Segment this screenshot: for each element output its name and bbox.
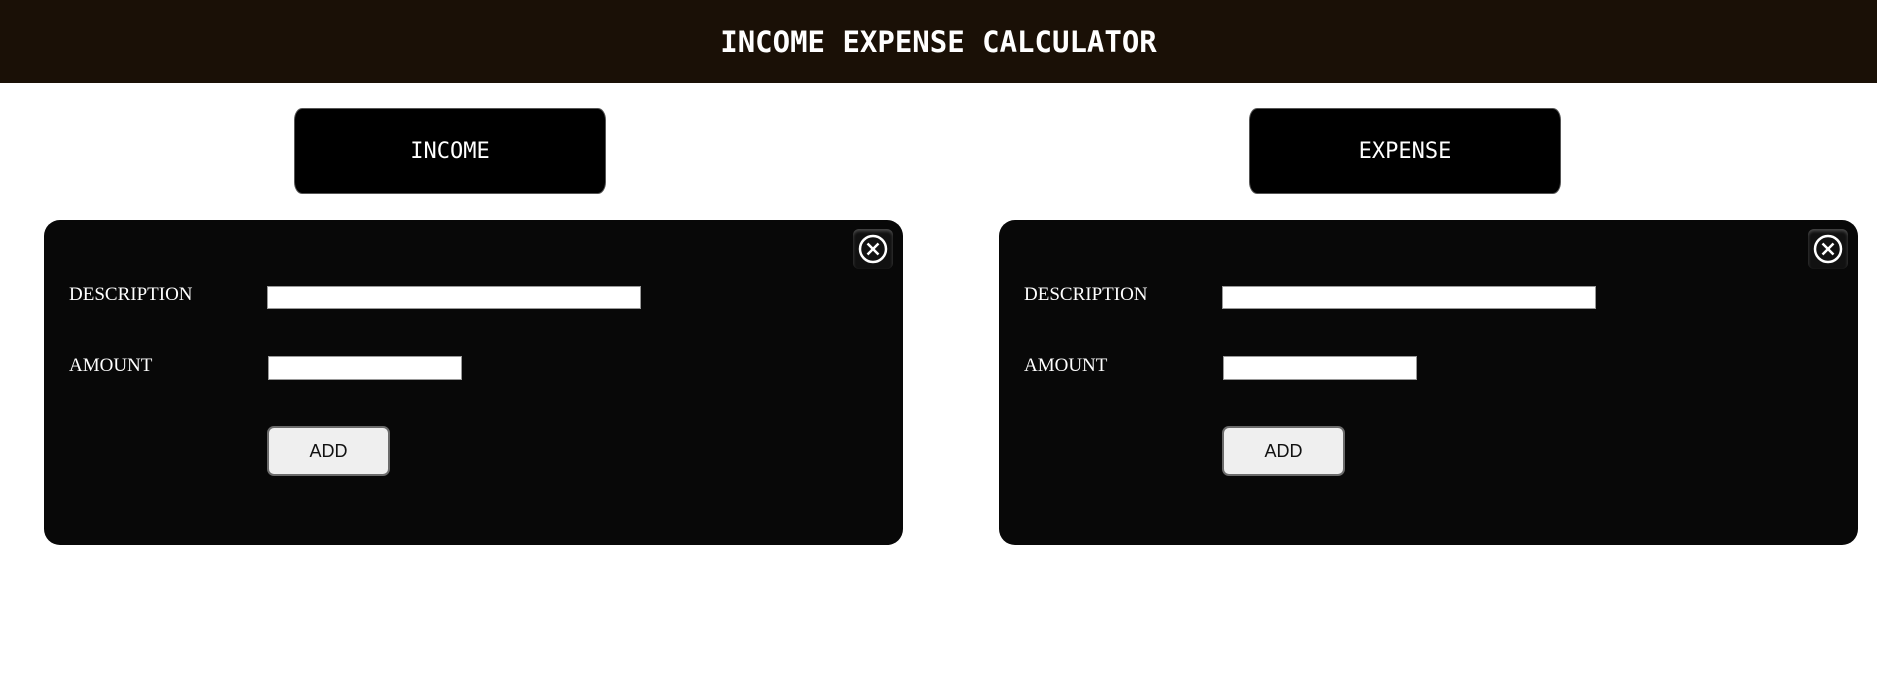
close-circle-icon <box>858 234 888 264</box>
income-form-panel: DESCRIPTION AMOUNT ADD <box>44 220 903 545</box>
expense-description-input[interactable] <box>1222 286 1596 309</box>
expense-tab-button[interactable]: EXPENSE <box>1249 108 1561 194</box>
expense-amount-input[interactable] <box>1223 356 1417 380</box>
income-description-label: DESCRIPTION <box>69 284 193 305</box>
page-title: INCOME EXPENSE CALCULATOR <box>720 24 1157 59</box>
close-circle-icon <box>1813 234 1843 264</box>
expense-add-button[interactable]: ADD <box>1222 426 1345 476</box>
income-tab-button[interactable]: INCOME <box>294 108 606 194</box>
income-close-button[interactable] <box>853 229 893 269</box>
expense-description-label: DESCRIPTION <box>1024 284 1148 305</box>
income-amount-label: AMOUNT <box>69 355 153 376</box>
income-amount-input[interactable] <box>268 356 462 380</box>
income-description-input[interactable] <box>267 286 641 309</box>
expense-amount-label: AMOUNT <box>1024 355 1108 376</box>
expense-form-panel: DESCRIPTION AMOUNT ADD <box>999 220 1858 545</box>
income-add-button[interactable]: ADD <box>267 426 390 476</box>
expense-close-button[interactable] <box>1808 229 1848 269</box>
app-header: INCOME EXPENSE CALCULATOR <box>0 0 1877 83</box>
